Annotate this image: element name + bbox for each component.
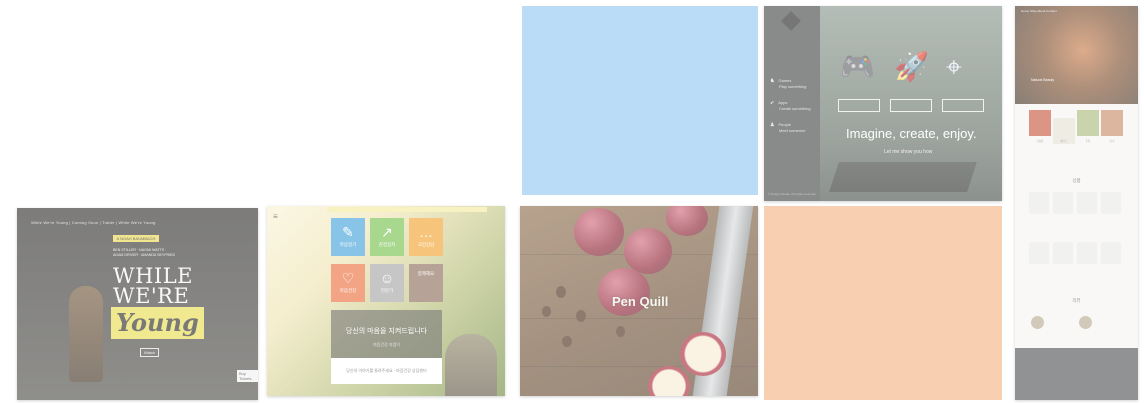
hamburger-menu-icon[interactable]: ≡ xyxy=(273,212,278,221)
hero-image xyxy=(1015,6,1138,104)
cocoa-bean xyxy=(556,286,566,298)
product-tile xyxy=(1029,192,1049,214)
tile-nav: While We're Young | Coming Soon | Traile… xyxy=(31,220,156,225)
footer xyxy=(1015,348,1138,400)
feature-button[interactable] xyxy=(890,99,932,112)
sidebar-item-title: People xyxy=(778,122,791,127)
product-tile xyxy=(1101,192,1121,214)
feature-button[interactable] xyxy=(838,99,880,112)
sidebar-item[interactable]: ➶ Apps Create something xyxy=(770,100,811,111)
feature-square[interactable]: … 고민상담 xyxy=(409,218,443,256)
cocoa-bean xyxy=(562,336,572,347)
feature-square[interactable]: ✎ 마음일기 xyxy=(331,218,365,256)
product-caption: 추천 xyxy=(1085,140,1091,143)
feature-square[interactable]: ↗ 감정일지 xyxy=(370,218,404,256)
product-caption: 신상품 xyxy=(1036,140,1044,143)
thumbnail-while-were-young[interactable]: While We're Young | Coming Soon | Traile… xyxy=(17,208,258,400)
feature-square-label: 마음건강 xyxy=(339,288,357,293)
reviewer-avatar xyxy=(1031,316,1044,329)
cocoa-bean xyxy=(616,326,625,337)
subline-link[interactable]: Let me show you how xyxy=(884,149,932,155)
feature-square[interactable]: ♡ 마음건강 xyxy=(331,264,365,302)
feature-button[interactable] xyxy=(942,99,984,112)
apple-image xyxy=(666,206,708,236)
product-tile xyxy=(1029,242,1049,264)
title-line-1: WHILE xyxy=(113,264,193,288)
movie-title: WHILE WE'RE xyxy=(113,264,193,308)
hero-subheading: 마음건강 지킴이 xyxy=(373,342,400,347)
sidebar-item-title: Apps xyxy=(778,100,788,105)
product-caption: 베스트 xyxy=(1060,140,1068,143)
product-image xyxy=(1101,110,1123,136)
feature-square[interactable]: ☺ 전문가 xyxy=(370,264,404,302)
product-tile xyxy=(1077,242,1097,264)
feature-square[interactable]: 함께해요 xyxy=(409,264,443,302)
note-icon: ✎ xyxy=(342,224,354,240)
product-tile xyxy=(1077,192,1097,214)
product-image xyxy=(1077,110,1099,136)
chat-icon: … xyxy=(419,224,433,240)
thumbnail-imagine-create-enjoy[interactable]: ♞ Games Play something ➶ Apps Create somethin… xyxy=(764,6,1002,201)
sidebar-item-sub: Meet someone xyxy=(779,128,806,133)
hero-text: Natural Beauty xyxy=(1031,78,1055,82)
feature-square-label: 마음일기 xyxy=(339,242,357,247)
apple-image xyxy=(624,228,672,274)
cocoa-bean xyxy=(576,310,586,322)
watch-button[interactable]: Watch xyxy=(140,348,160,357)
person-icon: ☺ xyxy=(379,270,395,286)
feature-square-label: 고민상담 xyxy=(417,242,435,247)
apple-slice-image xyxy=(648,366,690,396)
thumbnail-wellness-app[interactable]: ≡ ✎ 마음일기 ↗ 감정일지 … 고민상담 ♡ 마음건강 ☺ 전문가 함께해요 당신의 마음을 지… xyxy=(267,206,505,396)
product-tile xyxy=(1053,242,1073,264)
rocket-icon: 🚀 xyxy=(894,51,929,82)
product-caption: 인기 xyxy=(1109,140,1115,143)
section-heading: 리뷰 xyxy=(1072,298,1081,303)
cyclist-image xyxy=(69,286,103,382)
film-badge: A NOAH BAUMBACH FILM xyxy=(113,235,159,248)
hero-box: 당신의 마음을 지켜드립니다 마음건강 지킴이 xyxy=(331,310,442,365)
thumbnail-shop-page[interactable]: Home Shop About Contact Natural Beauty 신… xyxy=(1015,6,1138,400)
gamepad-icon: 🎮 xyxy=(840,51,875,82)
feature-square-label: 전문가 xyxy=(380,288,394,293)
copyright: © Design Studio. All rights reserved. xyxy=(768,192,817,196)
rocket-icon: ➶ xyxy=(770,100,775,106)
sidebar-item[interactable]: ♟ People Meet someone xyxy=(770,122,805,133)
title-line-2: WE'RE xyxy=(113,284,190,308)
map-pin-icon: ⌖ xyxy=(946,51,962,82)
sidebar-item-sub: Create something xyxy=(779,106,811,111)
cast-blurb: BEN STILLER · NAOMI WATTS · ADAM DRIVER … xyxy=(113,248,176,257)
tickets-button[interactable]: Buy Tickets xyxy=(237,370,258,382)
product-image xyxy=(1029,110,1051,136)
shop-nav: Home Shop About Contact xyxy=(1021,9,1057,13)
cocoa-bean xyxy=(542,306,551,317)
hero-heading: 당신의 마음을 지켜드립니다 xyxy=(345,328,428,335)
keyboard-image xyxy=(829,162,977,192)
sidebar-item[interactable]: ♞ Games Play something xyxy=(770,78,806,89)
apple-image xyxy=(574,208,624,256)
reviewer-avatar xyxy=(1079,316,1092,329)
bottom-bar: 당신의 이야기를 들려주세요 · 마음건강 상담센터 xyxy=(331,358,442,384)
movie-title-highlight: Young xyxy=(111,307,204,339)
sidebar-item-sub: Play something xyxy=(779,84,807,89)
thumbnail-placeholder-blue[interactable] xyxy=(522,6,758,195)
sidebar-item-title: Games xyxy=(778,78,792,83)
product-tile xyxy=(1053,192,1073,214)
chart-icon: ↗ xyxy=(381,224,393,240)
feature-square-label: 감정일지 xyxy=(378,242,396,247)
product-tile xyxy=(1101,242,1121,264)
feature-square-label: 함께해요 xyxy=(417,271,435,276)
section-heading: 상품 xyxy=(1072,178,1081,183)
thumbnail-placeholder-peach[interactable] xyxy=(764,206,1002,400)
brand-logo: Pen Quill xyxy=(612,294,669,309)
top-banner xyxy=(327,207,487,212)
tagline: Imagine, create, enjoy. xyxy=(846,126,977,141)
thumbnail-apples-photo[interactable]: Pen Quill xyxy=(520,206,758,396)
gamepad-icon: ♞ xyxy=(770,78,775,84)
user-icon: ♟ xyxy=(770,122,775,128)
people-photo xyxy=(445,334,497,396)
apple-slice-image xyxy=(680,332,726,376)
heart-icon: ♡ xyxy=(341,270,355,286)
